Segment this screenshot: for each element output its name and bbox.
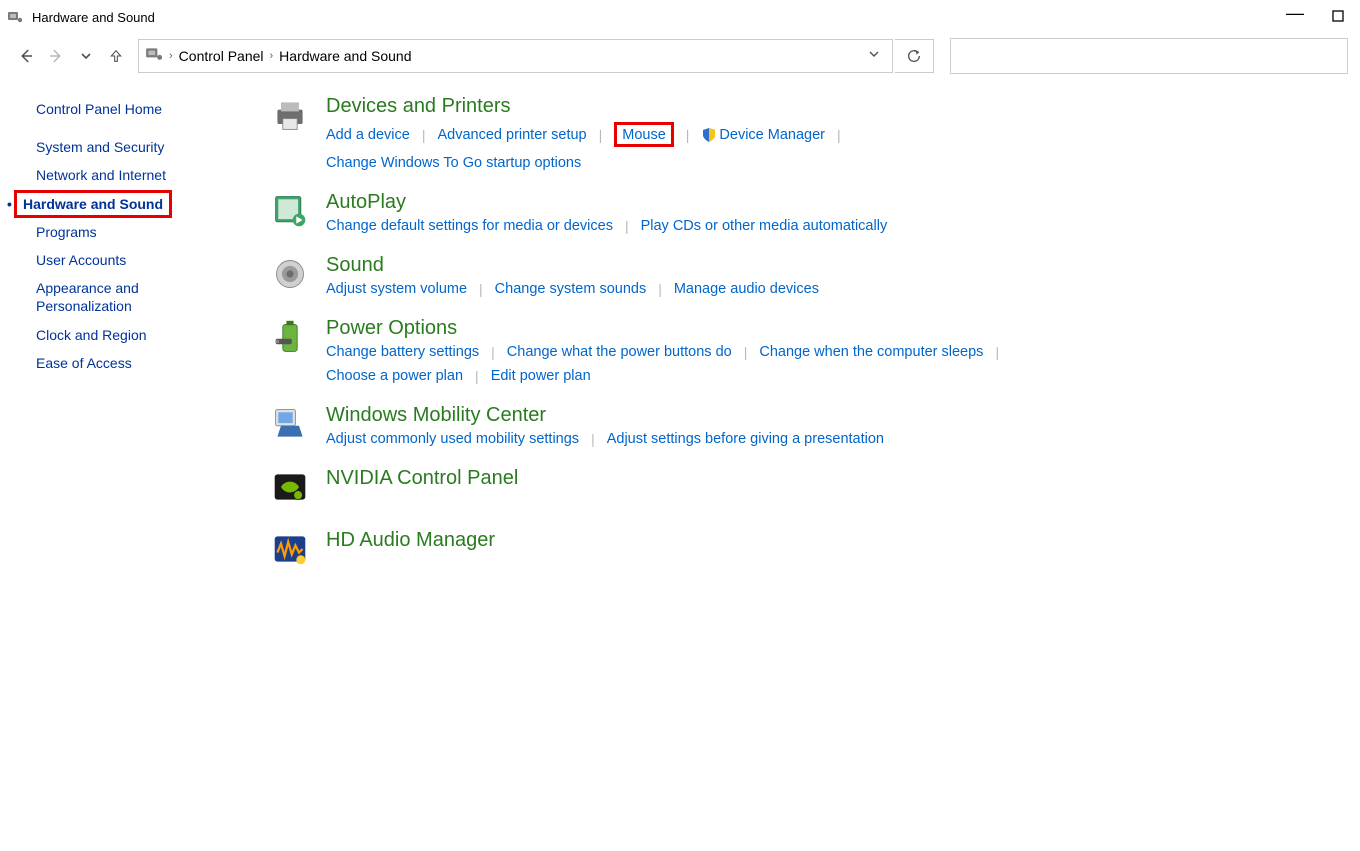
recent-dropdown[interactable]: [72, 42, 100, 70]
shield-icon: [701, 127, 717, 143]
link-autoplay-defaults[interactable]: Change default settings for media or dev…: [326, 218, 613, 234]
nvidia-icon: [272, 469, 312, 509]
link-computer-sleep[interactable]: Change when the computer sleeps: [759, 344, 983, 360]
sidebar-item-clock-region[interactable]: Clock and Region: [36, 321, 226, 349]
link-play-cds[interactable]: Play CDs or other media automatically: [641, 218, 888, 234]
link-windows-to-go[interactable]: Change Windows To Go startup options: [326, 155, 581, 171]
category-nvidia: NVIDIA Control Panel: [272, 467, 1340, 509]
sidebar-item-user-accounts[interactable]: User Accounts: [36, 246, 226, 274]
link-separator: |: [686, 127, 690, 143]
link-separator: |: [625, 218, 629, 234]
link-change-sounds[interactable]: Change system sounds: [495, 281, 647, 297]
link-separator: |: [995, 344, 999, 360]
category-sound: Sound Adjust system volume | Change syst…: [272, 254, 1340, 297]
maximize-button[interactable]: [1332, 9, 1344, 25]
speaker-icon: [272, 256, 312, 296]
sidebar-home[interactable]: Control Panel Home: [36, 95, 226, 123]
link-mouse[interactable]: Mouse: [622, 127, 666, 143]
category-title[interactable]: Windows Mobility Center: [326, 404, 1340, 427]
sidebar: Control Panel Home System and Security N…: [0, 95, 240, 591]
category-mobility: Windows Mobility Center Adjust commonly …: [272, 404, 1340, 447]
sidebar-item-appearance[interactable]: Appearance and Personalization: [36, 274, 226, 320]
link-manage-audio[interactable]: Manage audio devices: [674, 281, 819, 297]
link-add-device[interactable]: Add a device: [326, 127, 410, 143]
sidebar-item-network-internet[interactable]: Network and Internet: [36, 161, 226, 189]
sidebar-item-system-security[interactable]: System and Security: [36, 133, 226, 161]
app-icon: [6, 8, 24, 26]
category-title[interactable]: Power Options: [326, 317, 1340, 340]
link-separator: |: [599, 127, 603, 143]
forward-button[interactable]: [42, 42, 70, 70]
title-bar: Hardware and Sound —: [0, 0, 1360, 34]
window-controls: —: [1286, 7, 1354, 28]
address-bar[interactable]: › Control Panel › Hardware and Sound: [138, 39, 893, 73]
link-device-manager[interactable]: Device Manager: [719, 127, 825, 143]
refresh-button[interactable]: [895, 39, 934, 73]
link-separator: |: [658, 281, 662, 297]
category-title[interactable]: AutoPlay: [326, 191, 1340, 214]
main-content: Devices and Printers Add a device | Adva…: [240, 95, 1360, 591]
breadcrumb-root[interactable]: Control Panel: [179, 48, 264, 64]
battery-icon: [272, 319, 312, 359]
link-choose-plan[interactable]: Choose a power plan: [326, 368, 463, 384]
link-adjust-volume[interactable]: Adjust system volume: [326, 281, 467, 297]
category-title[interactable]: Devices and Printers: [326, 95, 1340, 118]
category-title[interactable]: Sound: [326, 254, 1340, 277]
link-separator: |: [422, 127, 426, 143]
minimize-button[interactable]: —: [1286, 3, 1304, 24]
category-autoplay: AutoPlay Change default settings for med…: [272, 191, 1340, 234]
sidebar-item-ease-of-access[interactable]: Ease of Access: [36, 349, 226, 377]
link-separator: |: [475, 368, 479, 384]
breadcrumb-current[interactable]: Hardware and Sound: [279, 48, 411, 64]
autoplay-icon: [272, 193, 312, 233]
link-separator: |: [744, 344, 748, 360]
category-power: Power Options Change battery settings | …: [272, 317, 1340, 384]
highlight-sidebar-active: Hardware and Sound: [14, 190, 172, 218]
up-button[interactable]: [102, 42, 130, 70]
category-title[interactable]: HD Audio Manager: [326, 529, 1340, 552]
category-title[interactable]: NVIDIA Control Panel: [326, 467, 1340, 490]
hdaudio-icon: [272, 531, 312, 571]
back-button[interactable]: [12, 42, 40, 70]
link-presentation-settings[interactable]: Adjust settings before giving a presenta…: [607, 431, 884, 447]
sidebar-item-programs[interactable]: Programs: [36, 218, 226, 246]
sidebar-item-hardware-sound[interactable]: Hardware and Sound: [23, 195, 163, 213]
search-input[interactable]: [950, 38, 1348, 74]
link-separator: |: [837, 127, 841, 143]
link-separator: |: [491, 344, 495, 360]
link-separator: |: [479, 281, 483, 297]
printer-icon: [272, 97, 312, 137]
window-title: Hardware and Sound: [32, 10, 155, 25]
chevron-down-icon[interactable]: [862, 48, 886, 63]
chevron-right-icon[interactable]: ›: [163, 50, 179, 62]
category-devices-printers: Devices and Printers Add a device | Adva…: [272, 95, 1340, 171]
category-hdaudio: HD Audio Manager: [272, 529, 1340, 571]
highlight-mouse-link: Mouse: [614, 122, 674, 147]
chevron-right-icon[interactable]: ›: [264, 50, 280, 62]
link-separator: |: [591, 431, 595, 447]
link-battery-settings[interactable]: Change battery settings: [326, 344, 479, 360]
content-body: Control Panel Home System and Security N…: [0, 77, 1360, 591]
address-icon: [145, 45, 163, 66]
mobility-icon: [272, 406, 312, 446]
link-advanced-printer-setup[interactable]: Advanced printer setup: [437, 127, 586, 143]
link-power-buttons[interactable]: Change what the power buttons do: [507, 344, 732, 360]
link-device-manager-wrap: Device Manager: [701, 127, 825, 143]
link-edit-plan[interactable]: Edit power plan: [491, 368, 591, 384]
nav-bar: › Control Panel › Hardware and Sound: [0, 34, 1360, 77]
link-mobility-settings[interactable]: Adjust commonly used mobility settings: [326, 431, 579, 447]
